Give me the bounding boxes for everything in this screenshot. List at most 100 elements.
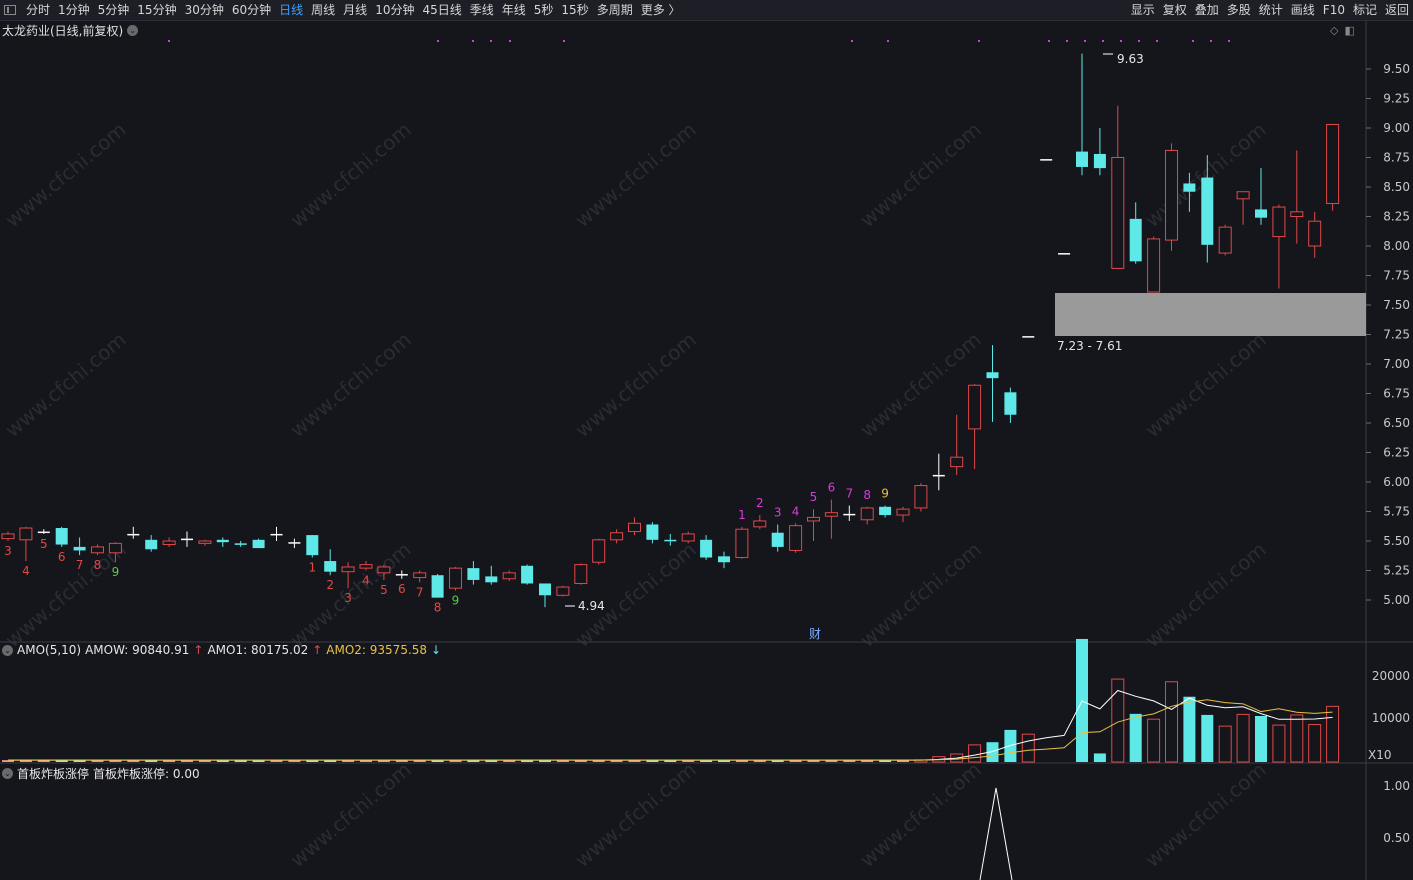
price-tick: 8.75 — [1383, 151, 1410, 165]
signal-dot — [1066, 40, 1068, 42]
seq-label: 1 — [308, 561, 316, 575]
range-box-label: 7.23 - 7.61 — [1057, 339, 1122, 353]
period-tab[interactable]: 5分钟 — [94, 0, 134, 20]
amo-toggle-icon[interactable]: ⌄ — [2, 644, 13, 656]
tool-button[interactable]: 显示 — [1127, 0, 1159, 20]
grid-lines — [0, 20, 1413, 880]
period-tab[interactable]: 15秒 — [557, 0, 592, 20]
candle — [1326, 123, 1340, 211]
price-tick: 8.50 — [1383, 180, 1410, 194]
candle — [1236, 191, 1250, 225]
candle — [1093, 128, 1106, 176]
candle — [395, 570, 408, 579]
cai-marker[interactable]: 财 — [809, 627, 821, 641]
signal-dot — [1210, 40, 1212, 42]
candle — [127, 526, 140, 539]
zb-toggle-icon[interactable]: ⌄ — [2, 768, 13, 779]
candle — [37, 529, 50, 534]
watermark: www.cfchi.com — [570, 327, 700, 442]
tool-button[interactable]: 返回 — [1381, 0, 1413, 20]
candle — [664, 533, 677, 546]
candle — [718, 551, 730, 569]
signal-dot — [1138, 40, 1140, 42]
up-arrow-icon: ↑ — [193, 643, 204, 657]
signal-dot — [509, 40, 511, 42]
period-tab[interactable]: 5秒 — [530, 0, 558, 20]
tool-button[interactable]: 叠加 — [1191, 0, 1223, 20]
watermark: www.cfchi.com — [855, 757, 985, 872]
candle — [270, 526, 283, 541]
seq-label: 6 — [398, 582, 406, 596]
volume-bar — [1326, 705, 1340, 763]
price-tick: 7.75 — [1383, 269, 1410, 283]
candle — [216, 537, 229, 547]
period-tab[interactable]: 周线 — [307, 0, 339, 20]
period-tab[interactable]: 15分钟 — [133, 0, 180, 20]
watermark: www.cfchi.com — [285, 327, 415, 442]
period-tab[interactable]: 更多 〉 — [637, 0, 685, 20]
period-tab[interactable]: 10分钟 — [371, 0, 418, 20]
sidebar-toggle-icon[interactable] — [4, 5, 16, 15]
watermark: www.cfchi.com — [855, 117, 985, 232]
candle — [324, 549, 337, 576]
candle — [914, 483, 928, 512]
period-tab[interactable]: 年线 — [498, 0, 530, 20]
period-tab[interactable]: 季线 — [466, 0, 498, 20]
seq-label: 9 — [881, 487, 889, 501]
candle — [771, 524, 784, 552]
tool-button[interactable]: 标记 — [1349, 0, 1381, 20]
period-tab[interactable]: 45日线 — [418, 0, 465, 20]
watermark: www.cfchi.com — [855, 537, 985, 652]
candle — [1, 531, 15, 541]
price-tick: 5.50 — [1383, 534, 1410, 548]
zb-value: 首板炸板涨停: 0.00 — [93, 767, 200, 781]
price-tick: 6.50 — [1383, 416, 1410, 430]
signal-dot — [168, 40, 170, 42]
tool-button[interactable]: 多股 — [1223, 0, 1255, 20]
volume-bar — [1255, 715, 1267, 762]
price-tick: 6.25 — [1383, 446, 1410, 460]
tool-button[interactable]: 画线 — [1287, 0, 1319, 20]
period-tab[interactable]: 分时 — [22, 0, 54, 20]
candle — [592, 538, 606, 565]
seq-label: 4 — [22, 564, 30, 578]
tool-button[interactable]: F10 — [1319, 0, 1349, 20]
candle — [628, 517, 641, 536]
candle — [449, 566, 462, 591]
watermark: www.cfchi.com — [1140, 327, 1270, 442]
seq-label: 8 — [863, 488, 871, 502]
period-tab[interactable]: 60分钟 — [228, 0, 275, 20]
seq-label: 5 — [380, 583, 388, 597]
tool-button[interactable]: 统计 — [1255, 0, 1287, 20]
candle — [735, 526, 749, 559]
seq-label: 7 — [845, 487, 853, 501]
tool-button[interactable]: 复权 — [1159, 0, 1191, 20]
seq-label: 2 — [326, 578, 334, 592]
candle — [843, 505, 856, 521]
volume-bar — [1129, 713, 1142, 762]
zb-legend: ⌄ 首板炸板涨停 首板炸板涨停: 0.00 — [2, 765, 200, 782]
period-tab[interactable]: 30分钟 — [181, 0, 228, 20]
candle — [879, 505, 892, 518]
signal-dot — [563, 40, 565, 42]
candle — [145, 535, 158, 552]
seq-label: 4 — [792, 504, 800, 518]
seq-label: 6 — [58, 550, 66, 564]
candle — [789, 523, 803, 553]
zb-axis-05: 0.50 — [1383, 831, 1410, 845]
signal-dot — [1192, 40, 1194, 42]
candle — [1111, 105, 1125, 269]
price-tick: 6.00 — [1383, 475, 1410, 489]
watermark: www.cfchi.com — [1140, 537, 1270, 652]
kline-chart[interactable]: www.cfchi.com www.cfchi.com www.cfchi.com w… — [0, 20, 1413, 880]
period-tab[interactable]: 日线 — [275, 0, 307, 20]
watermark: www.cfchi.com — [285, 757, 415, 872]
signal-dot — [887, 40, 889, 42]
seq-label: 1 — [738, 508, 746, 522]
period-tab[interactable]: 1分钟 — [54, 0, 94, 20]
candle — [181, 531, 193, 547]
period-tab[interactable]: 多周期 — [593, 0, 637, 20]
volume-bar — [1290, 714, 1304, 763]
period-tab[interactable]: 月线 — [339, 0, 371, 20]
volume-bar — [1147, 718, 1161, 763]
